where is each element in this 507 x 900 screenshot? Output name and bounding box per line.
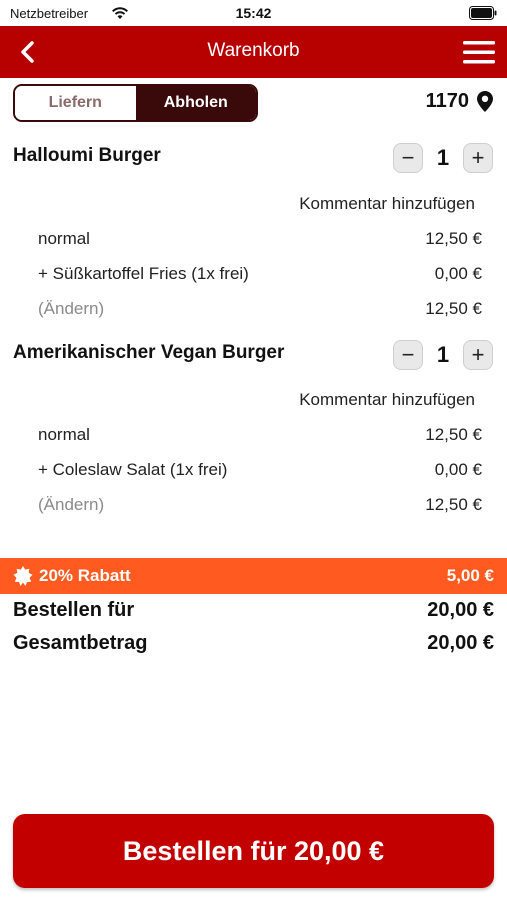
delivery-mode-toggle: Liefern Abholen <box>13 84 258 122</box>
quantity-stepper: − 1 + <box>393 340 493 370</box>
option-label: normal <box>38 229 90 248</box>
discount-banner: 20% Rabatt 5,00 € <box>0 558 507 594</box>
increase-quantity-button[interactable]: + <box>463 143 493 173</box>
option-price: 12,50 € <box>425 425 482 444</box>
battery-icon <box>469 6 497 20</box>
item-option-line: + Coleslaw Salat (1x frei) 0,00 € <box>38 460 482 480</box>
option-label: + Süßkartoffel Fries (1x frei) <box>38 264 249 283</box>
cart-item-name: Halloumi Burger <box>13 145 161 166</box>
item-option-line: normal 12,50 € <box>38 229 482 249</box>
change-item-link[interactable]: (Ändern) <box>38 299 104 319</box>
add-comment-link[interactable]: Kommentar hinzufügen <box>299 390 475 410</box>
quantity-stepper: − 1 + <box>393 143 493 173</box>
item-option-line: + Süßkartoffel Fries (1x frei) 0,00 € <box>38 264 482 284</box>
order-for-row: Bestellen für 20,00 € <box>13 599 494 622</box>
cart-item-name: Amerikanischer Vegan Burger <box>13 342 285 363</box>
item-subtotal: 12,50 € <box>425 299 482 318</box>
item-option-line: normal 12,50 € <box>38 425 482 445</box>
add-comment-link[interactable]: Kommentar hinzufügen <box>299 194 475 214</box>
order-for-label: Bestellen für <box>13 599 135 621</box>
nav-bar: Warenkorb <box>0 26 507 78</box>
quantity-value: 1 <box>436 145 450 170</box>
option-label: normal <box>38 425 90 444</box>
grand-total-value: 20,00 € <box>427 632 494 654</box>
postal-code-selector[interactable]: 1170 <box>426 90 493 113</box>
place-order-button[interactable]: Bestellen für 20,00 € <box>13 814 494 888</box>
option-price: 0,00 € <box>434 460 482 479</box>
item-option-line: (Ändern) 12,50 € <box>38 495 482 515</box>
option-price: 12,50 € <box>425 229 482 248</box>
discount-badge-icon <box>13 566 33 586</box>
grand-total-row: Gesamtbetrag 20,00 € <box>13 632 494 655</box>
page-title: Warenkorb <box>207 40 300 61</box>
option-price: 0,00 € <box>434 264 482 283</box>
postal-code: 1170 <box>425 90 469 112</box>
change-item-link[interactable]: (Ändern) <box>38 495 104 515</box>
option-label: + Coleslaw Salat (1x frei) <box>38 460 228 479</box>
discount-amount: 5,00 € <box>446 566 494 585</box>
quantity-value: 1 <box>436 342 450 367</box>
order-for-value: 20,00 € <box>427 599 494 621</box>
decrease-quantity-button[interactable]: − <box>393 143 423 173</box>
status-bar: Netzbetreiber 15:42 <box>0 0 507 26</box>
increase-quantity-button[interactable]: + <box>463 340 493 370</box>
clock-time: 15:42 <box>235 5 272 21</box>
hamburger-menu-icon[interactable] <box>461 38 497 66</box>
location-pin-icon <box>477 91 493 112</box>
discount-label: 20% Rabatt <box>39 566 131 585</box>
tab-abholen[interactable]: Abholen <box>135 86 256 120</box>
item-option-line: (Ändern) 12,50 € <box>38 299 482 319</box>
decrease-quantity-button[interactable]: − <box>393 340 423 370</box>
item-subtotal: 12,50 € <box>425 495 482 514</box>
tab-liefern[interactable]: Liefern <box>15 86 136 120</box>
grand-total-label: Gesamtbetrag <box>13 632 148 654</box>
